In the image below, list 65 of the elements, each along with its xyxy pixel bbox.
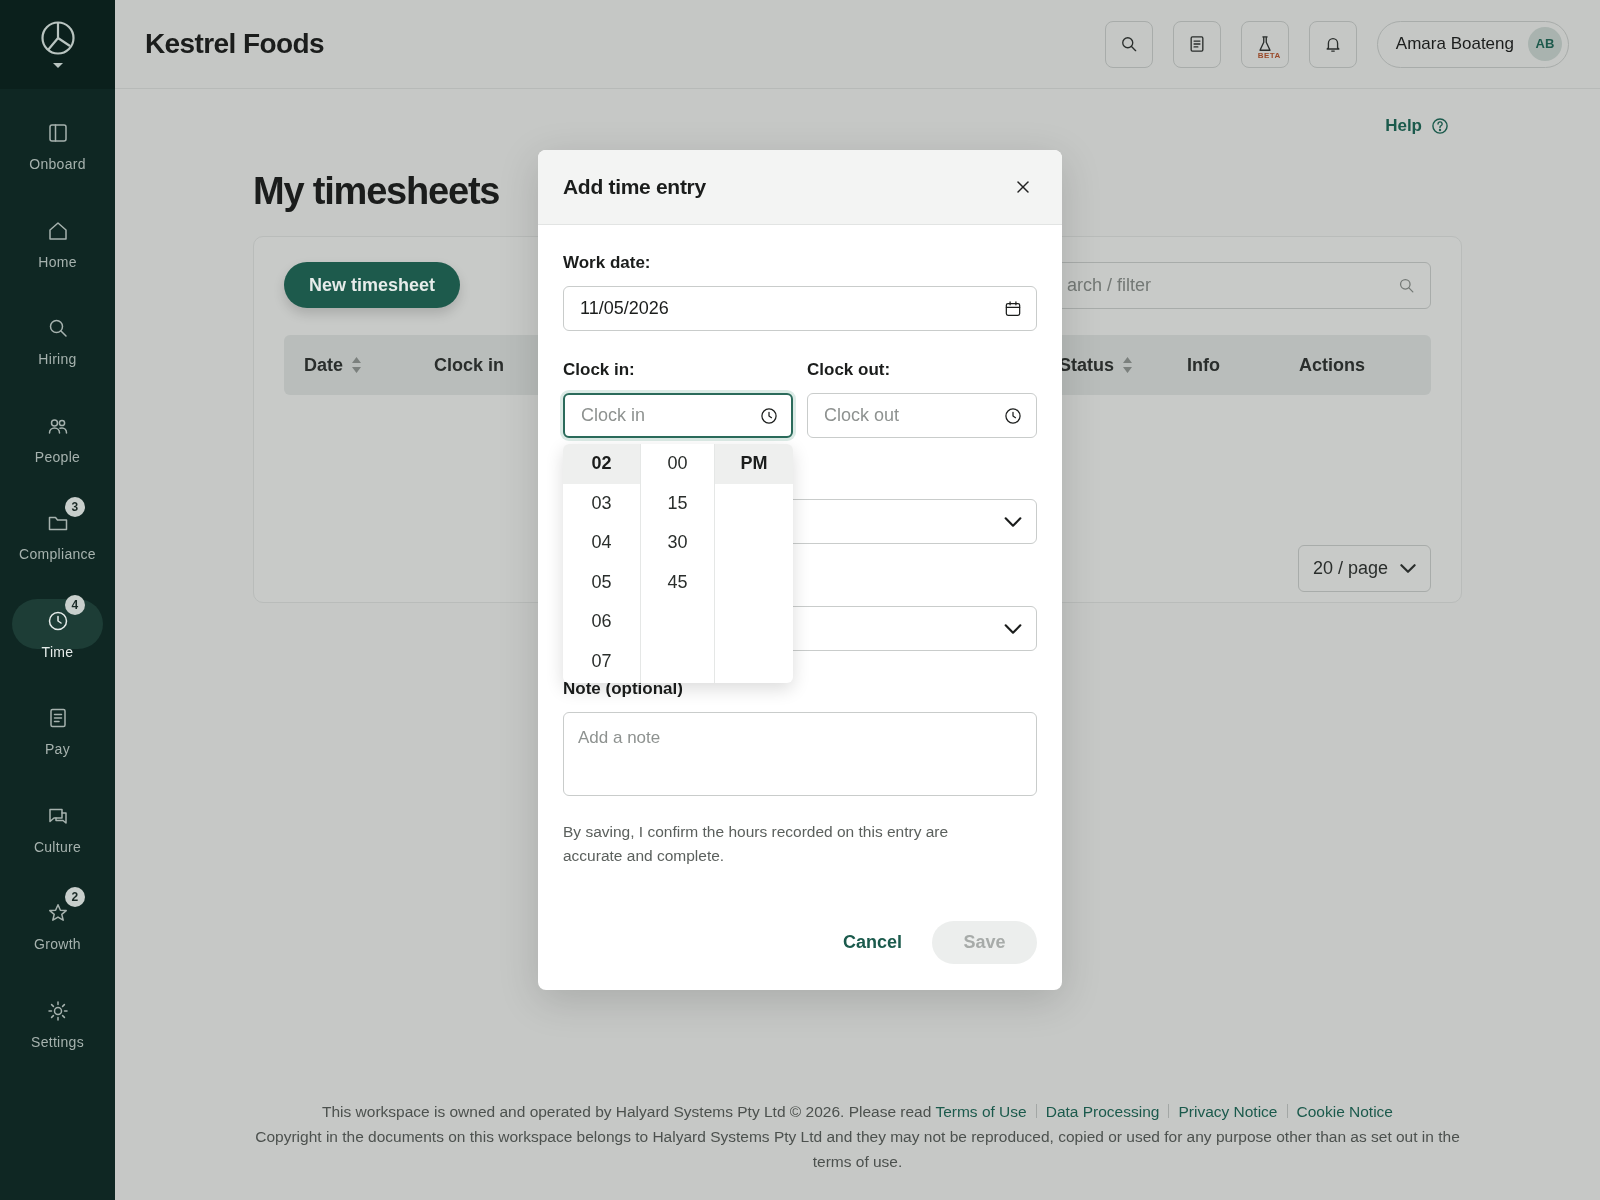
sidebar-item[interactable]: People xyxy=(0,381,115,479)
note-field[interactable]: Add a note xyxy=(563,712,1037,796)
count-badge: 3 xyxy=(65,497,85,517)
beta-label: BETA xyxy=(1257,49,1281,62)
sidebar-item[interactable]: Pay xyxy=(0,674,115,772)
clock-icon xyxy=(1003,405,1023,426)
field-label: Clock in: xyxy=(563,359,636,381)
copyright-text: Copyright in the documents on this workspace belongs to Halyard Systems Pty Ltd and they may not be reproduced, copied or used for any purpose other than as set out in the terms of use. xyxy=(254,1127,1461,1172)
column-header[interactable]: Date xyxy=(304,335,362,396)
page-size-select[interactable]: 20 / page xyxy=(1297,545,1431,593)
minute-option[interactable]: 45 xyxy=(641,562,714,602)
sidebar-item[interactable]: Settings xyxy=(0,966,115,1064)
input-field[interactable]: Clock in xyxy=(563,393,793,438)
chevron-icon xyxy=(1004,623,1022,634)
caret-icon[interactable] xyxy=(51,61,64,70)
user-name: Amara Boateng xyxy=(1395,33,1514,56)
chevron-icon xyxy=(1400,564,1416,574)
settings-icon xyxy=(45,998,70,1023)
sidebar-item[interactable]: Growth 2 xyxy=(0,869,115,967)
chevron-icon xyxy=(1004,516,1022,527)
count-badge: 4 xyxy=(65,594,85,615)
calendar-icon xyxy=(1003,298,1023,319)
minute-option[interactable]: 00 xyxy=(641,444,714,484)
logo-icon[interactable] xyxy=(39,19,76,56)
footer-link[interactable]: Terms of Use xyxy=(935,1103,1027,1120)
sidebar-item[interactable]: Time 4 xyxy=(0,576,115,674)
hour-option[interactable]: 03 xyxy=(563,483,640,523)
column-header: Info xyxy=(1187,353,1220,377)
confirmation-text: By saving, I confirm the hours recorded on this entry are accurate and complete. xyxy=(563,822,950,866)
sidebar-item[interactable]: Compliance 3 xyxy=(0,479,115,577)
page-title: My timesheets xyxy=(253,168,500,214)
sidebar-item[interactable]: Onboard xyxy=(0,89,115,187)
help-link[interactable]: Help xyxy=(1385,113,1450,139)
help-icon xyxy=(1430,115,1450,136)
column-header: Actions xyxy=(1299,353,1365,377)
column-header: Clock in xyxy=(434,353,504,377)
column-header[interactable]: Status xyxy=(1059,335,1133,396)
sidebar-item[interactable]: Hiring xyxy=(0,284,115,382)
dialog-title: Add time entry xyxy=(563,174,706,200)
document-button[interactable] xyxy=(1172,20,1221,68)
footer-link[interactable]: Data Processing xyxy=(1045,1103,1160,1120)
minute-option[interactable]: 30 xyxy=(641,523,714,563)
field-label: Note (optional) xyxy=(563,678,684,700)
hour-option[interactable]: 06 xyxy=(563,602,640,642)
hour-option[interactable]: 05 xyxy=(563,562,640,602)
period-option[interactable]: PM xyxy=(715,444,793,484)
minute-option[interactable]: 15 xyxy=(641,483,714,523)
footer-notice: This workspace is owned and operated by Halyard Systems Pty Ltd © 2026. Please read Terms of Use Data Processing Privacy Notice Cookie Notice xyxy=(321,1102,1394,1122)
footer-link[interactable]: Privacy Notice xyxy=(1178,1103,1278,1120)
input-field[interactable]: 11/05/2026 xyxy=(563,286,1037,331)
hour-option[interactable]: 04 xyxy=(563,523,640,563)
hour-option[interactable]: 07 xyxy=(563,641,640,681)
sidebar-item[interactable]: Culture xyxy=(0,771,115,869)
count-badge: 2 xyxy=(65,887,85,907)
footer-link[interactable]: Cookie Notice xyxy=(1296,1103,1393,1120)
hour-option[interactable]: 02 xyxy=(563,444,640,484)
flask-button[interactable]: BETA xyxy=(1240,20,1289,68)
new-timesheet-button[interactable]: New timesheet xyxy=(284,262,461,309)
company-title: Kestrel Foods xyxy=(145,27,324,61)
clock-icon xyxy=(759,405,779,426)
sidebar-item[interactable]: Home xyxy=(0,186,115,284)
cancel-button[interactable]: Cancel xyxy=(838,929,906,956)
field-label: Work date: xyxy=(563,252,652,274)
user-avatar: AB xyxy=(1528,27,1562,61)
field-label: Clock out: xyxy=(807,359,892,381)
